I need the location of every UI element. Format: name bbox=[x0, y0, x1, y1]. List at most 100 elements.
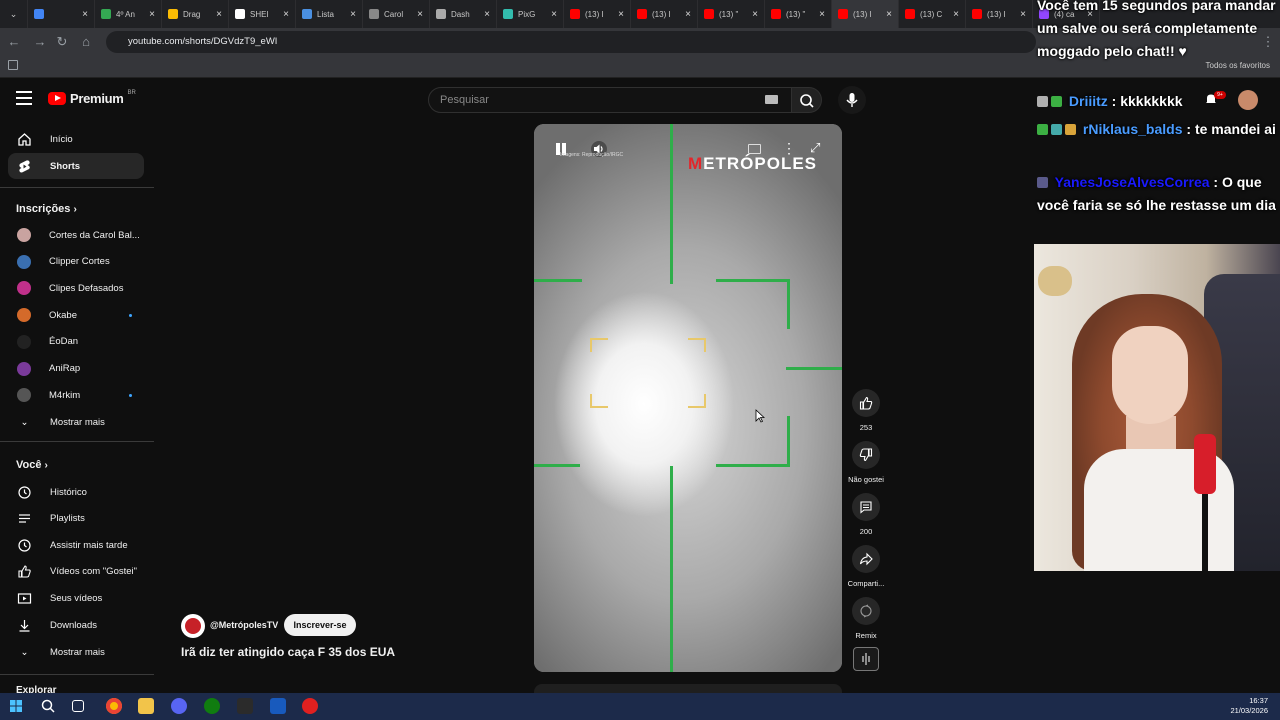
subscription-item[interactable]: Okabe bbox=[8, 302, 144, 328]
shorts-video-player[interactable]: Imagens: Reprodução/IRGC ⋮ ⤢ METRÓPOLES bbox=[534, 124, 842, 672]
url-field[interactable]: youtube.com/shorts/DGVdzT9_eWI bbox=[106, 31, 1036, 53]
browser-tab[interactable]: (13) " × bbox=[698, 0, 765, 28]
tab-label: SHEI bbox=[250, 9, 269, 19]
sidebar-item-watch-later[interactable]: Assistir mais tarde bbox=[8, 532, 144, 558]
browser-tab[interactable]: SHEI × bbox=[229, 0, 296, 28]
keyboard-icon[interactable] bbox=[765, 95, 778, 104]
like-action[interactable]: 253 bbox=[844, 389, 888, 432]
voice-search-button[interactable] bbox=[838, 86, 866, 114]
hamburger-menu-icon[interactable] bbox=[16, 91, 32, 105]
obs-icon[interactable] bbox=[302, 698, 318, 714]
search-icon[interactable] bbox=[40, 698, 56, 714]
shield-icon[interactable] bbox=[237, 698, 253, 714]
share-action[interactable]: Comparti... bbox=[844, 545, 888, 588]
channel-avatar bbox=[17, 388, 31, 403]
sidebar-item-playlists[interactable]: Playlists bbox=[8, 506, 144, 532]
subscriptions-heading[interactable]: Inscrições › bbox=[16, 203, 77, 215]
apps-icon[interactable] bbox=[8, 60, 18, 70]
tab-close-icon[interactable]: × bbox=[484, 9, 490, 20]
task-view-icon[interactable] bbox=[72, 700, 84, 712]
sidebar-item-inicio[interactable]: Início bbox=[8, 126, 144, 152]
tab-close-icon[interactable]: × bbox=[551, 9, 557, 20]
user-avatar[interactable] bbox=[1238, 90, 1258, 110]
comments-action[interactable]: 200 bbox=[844, 493, 888, 536]
browser-tab[interactable]: Drag × bbox=[162, 0, 229, 28]
tab-close-icon[interactable]: × bbox=[819, 9, 825, 20]
share-icon[interactable] bbox=[852, 545, 880, 573]
tab-close-icon[interactable]: × bbox=[350, 9, 356, 20]
tab-close-icon[interactable]: × bbox=[618, 9, 624, 20]
next-short-preview[interactable] bbox=[534, 684, 842, 693]
dislike-action[interactable]: Não gostei bbox=[844, 441, 888, 484]
home-icon[interactable]: ⌂ bbox=[78, 34, 94, 50]
browser-tab[interactable]: (13) I × bbox=[832, 0, 899, 28]
tab-favicon-icon bbox=[369, 9, 379, 19]
sidebar-item-your-videos[interactable]: Seus vídeos bbox=[8, 585, 144, 611]
forward-icon[interactable]: → bbox=[32, 34, 48, 50]
tab-close-icon[interactable]: × bbox=[953, 9, 959, 20]
crosshair-bracket bbox=[716, 279, 790, 282]
subscription-item[interactable]: ÉoDan bbox=[8, 329, 144, 355]
browser-tab[interactable]: Lista × bbox=[296, 0, 363, 28]
browser-tab[interactable]: Dash × bbox=[430, 0, 497, 28]
subscriptions-show-more[interactable]: ⌄ Mostrar mais bbox=[8, 409, 144, 435]
tab-search-button[interactable]: ⌄ bbox=[0, 0, 28, 28]
subscription-item[interactable]: AniRap bbox=[8, 356, 144, 382]
sidebar-item-history[interactable]: Histórico bbox=[8, 479, 144, 505]
badge-icon bbox=[1051, 96, 1062, 107]
search-input[interactable]: Pesquisar bbox=[428, 87, 792, 113]
tab-close-icon[interactable]: × bbox=[685, 9, 691, 20]
tab-favicon-icon bbox=[168, 9, 178, 19]
sidebar-item-downloads[interactable]: Downloads bbox=[8, 612, 144, 638]
sidebar-item-liked[interactable]: Vídeos com "Gostei" bbox=[8, 559, 144, 585]
browser-tab[interactable]: Carol × bbox=[363, 0, 430, 28]
subscription-item[interactable]: Clipes Defasados bbox=[8, 275, 144, 301]
tab-close-icon[interactable]: × bbox=[1020, 9, 1026, 20]
video-title[interactable]: Irã diz ter atingido caça F 35 dos EUA bbox=[181, 645, 395, 659]
sidebar-item-shorts[interactable]: Shorts bbox=[8, 153, 144, 179]
tab-close-icon[interactable]: × bbox=[417, 9, 423, 20]
browser-tab[interactable]: PixG × bbox=[497, 0, 564, 28]
remix-action[interactable]: Remix bbox=[844, 597, 888, 640]
tab-close-icon[interactable]: × bbox=[283, 9, 289, 20]
subscribe-button[interactable]: Inscrever-se bbox=[284, 614, 356, 636]
tab-close-icon[interactable]: × bbox=[752, 9, 758, 20]
captions-icon[interactable] bbox=[748, 144, 761, 154]
remix-icon[interactable] bbox=[852, 597, 880, 625]
browser-tab[interactable]: × bbox=[28, 0, 95, 28]
sound-track-button[interactable] bbox=[853, 647, 879, 671]
channel-handle[interactable]: @MetrópolesTV bbox=[210, 620, 278, 630]
browser-tab[interactable]: (13) " × bbox=[765, 0, 832, 28]
reload-icon[interactable]: ↻ bbox=[54, 34, 70, 50]
xbox-icon[interactable] bbox=[204, 698, 220, 714]
thumbs-down-icon[interactable] bbox=[852, 441, 880, 469]
chrome-icon[interactable] bbox=[106, 698, 122, 714]
youtube-premium-logo[interactable]: Premium BR bbox=[48, 90, 136, 106]
taskbar-clock[interactable]: 16:37 21/03/2026 bbox=[1230, 696, 1268, 716]
browser-tab[interactable]: (13) I × bbox=[966, 0, 1033, 28]
windows-start-icon[interactable] bbox=[8, 698, 24, 714]
discord-icon[interactable] bbox=[171, 698, 187, 714]
tab-label: Drag bbox=[183, 9, 201, 19]
tab-close-icon[interactable]: × bbox=[82, 9, 88, 20]
you-show-more[interactable]: ⌄ Mostrar mais bbox=[8, 639, 144, 665]
file-explorer-icon[interactable] bbox=[138, 698, 154, 714]
you-heading[interactable]: Você › bbox=[16, 459, 48, 471]
browser-tab[interactable]: (13) I × bbox=[564, 0, 631, 28]
channel-avatar[interactable] bbox=[181, 614, 205, 638]
comment-icon[interactable] bbox=[852, 493, 880, 521]
back-icon[interactable]: ← bbox=[6, 34, 22, 50]
browser-tab[interactable]: 4º An × bbox=[95, 0, 162, 28]
search-button[interactable] bbox=[792, 87, 822, 113]
subscription-item[interactable]: M4rkim bbox=[8, 382, 144, 408]
tab-close-icon[interactable]: × bbox=[216, 9, 222, 20]
tab-close-icon[interactable]: × bbox=[886, 9, 892, 20]
thumbs-up-icon[interactable] bbox=[852, 389, 880, 417]
word-icon[interactable] bbox=[270, 698, 286, 714]
subscription-item[interactable]: Cortes da Carol Bal... bbox=[8, 222, 144, 248]
subscription-item[interactable]: Clipper Cortes bbox=[8, 249, 144, 275]
browser-tab[interactable]: (13) I × bbox=[631, 0, 698, 28]
browser-tab[interactable]: (13) C × bbox=[899, 0, 966, 28]
tab-close-icon[interactable]: × bbox=[149, 9, 155, 20]
chat-username: Driiitz bbox=[1068, 93, 1108, 109]
